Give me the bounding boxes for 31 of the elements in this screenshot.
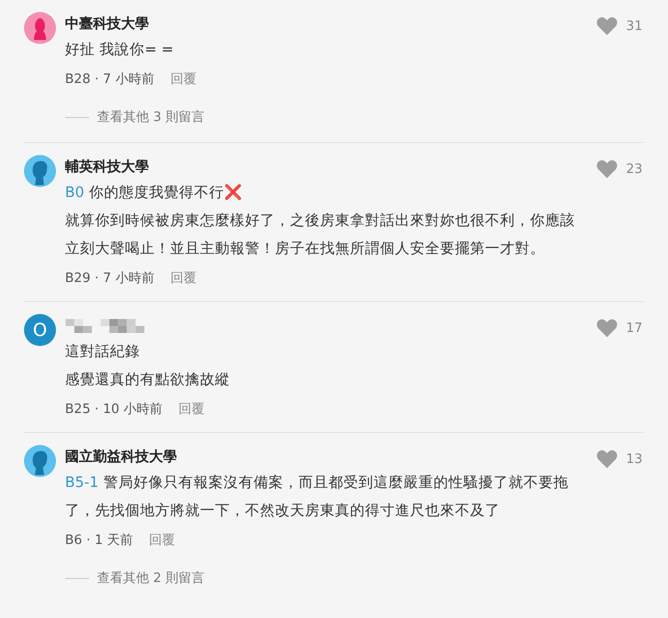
- reply-link[interactable]: 回覆: [149, 531, 175, 549]
- author-name: 輔英科技大學: [65, 158, 149, 176]
- view-more-replies[interactable]: 查看其他 3 則留言: [97, 108, 205, 126]
- like-count: 23: [626, 162, 643, 176]
- comment-text: 就算你到時候被房東怎麼樣好了，之後房東拿對話出來對妳也很不利，你應該立刻大聲喝止！並且主動報警！房子在找無所謂個人安全要擺第一才對。: [65, 212, 576, 259]
- reply-link[interactable]: 回覆: [178, 400, 205, 418]
- avatar-icon: [24, 12, 56, 44]
- avatar: O: [24, 314, 56, 346]
- author-name: 國立勤益科技大學: [65, 448, 177, 466]
- heart-icon[interactable]: [596, 159, 618, 179]
- like-count: 17: [626, 320, 643, 336]
- like-count: 13: [626, 452, 643, 466]
- heart-icon[interactable]: [596, 318, 618, 338]
- comment-text: 感覺還真的有點欲擒故縱: [65, 371, 231, 390]
- comment-text: 好扯 我說你= =: [65, 41, 175, 60]
- heart-icon[interactable]: [596, 449, 618, 469]
- reply-link[interactable]: 回覆: [170, 70, 196, 88]
- reply-link[interactable]: 回覆: [170, 269, 196, 287]
- avatar-icon: [24, 445, 56, 477]
- floor-and-time: B6 · 1 天前: [65, 532, 133, 549]
- heart-icon[interactable]: [596, 16, 618, 36]
- like-count: 31: [626, 18, 643, 34]
- comment-text: B5-1 警局好像只有報案沒有備案，而且都受到這麼嚴重的性騷擾了就不要拖了，先找個地方將就一下，不然改天房東真的得寸進尺也來不及了: [65, 474, 570, 521]
- comment-text: 這對話紀錄: [65, 342, 141, 362]
- floor-and-time: B28 · 7 小時前: [65, 71, 154, 88]
- comment-text: B0 你的態度我覺得不行❌: [65, 183, 243, 203]
- view-more-replies[interactable]: 查看其他 2 則留言: [97, 569, 205, 587]
- author-name: 中臺科技大學: [65, 15, 149, 33]
- avatar-icon: [24, 155, 56, 187]
- floor-and-time: B25 · 10 小時前: [65, 401, 163, 418]
- floor-and-time: B29 · 7 小時前: [65, 270, 154, 287]
